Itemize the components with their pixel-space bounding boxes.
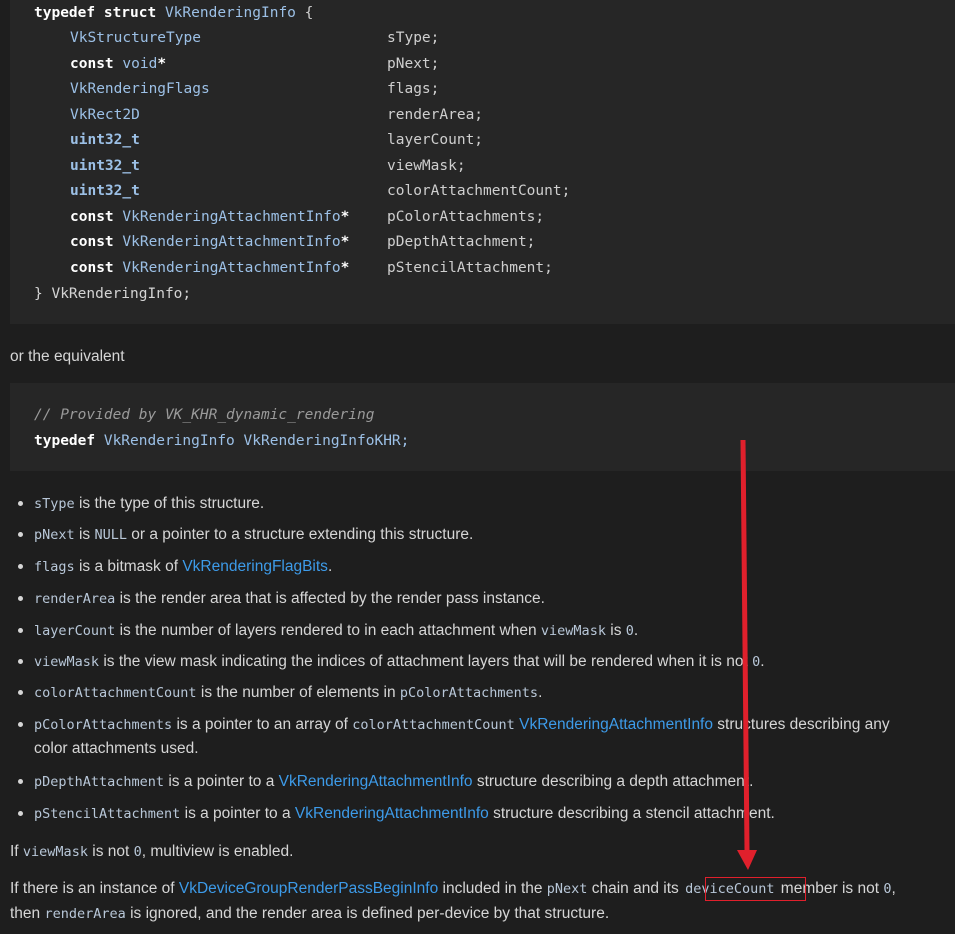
arrow-head [737, 850, 757, 870]
arrow-shaft [740, 439, 750, 851]
annotation-arrow-icon [737, 439, 757, 870]
